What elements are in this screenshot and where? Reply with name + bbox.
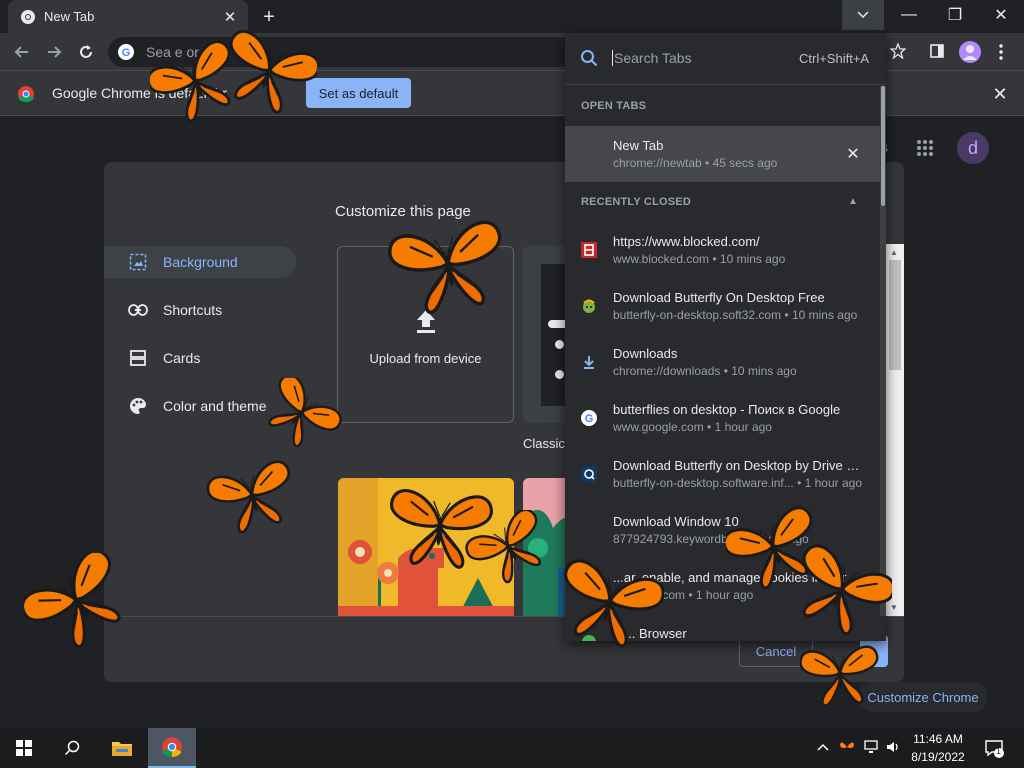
taskbar-time[interactable]: 11:46 AM <box>906 732 970 746</box>
folder-icon <box>112 742 132 756</box>
restore-button[interactable]: ❐ <box>932 0 978 30</box>
cards-icon <box>128 348 148 368</box>
svg-text:G: G <box>585 413 594 425</box>
person-icon <box>963 45 977 60</box>
soft32-favicon-icon <box>581 298 597 314</box>
open-tabs-header: OPEN TABS <box>581 100 647 112</box>
menu-item-cards[interactable]: Cards <box>104 342 296 374</box>
row-title: Downloads <box>613 346 678 361</box>
google-icon: G <box>118 44 134 60</box>
menu-kebab-icon[interactable] <box>998 43 1006 61</box>
recently-closed-row[interactable]: https://www.blocked.com/ www.blocked.com… <box>565 230 881 286</box>
forward-arrow-icon <box>48 46 62 58</box>
row-sub: www.blocked.com • 10 mins ago <box>613 252 786 266</box>
show-hidden-icons-chevron-icon[interactable] <box>814 738 832 756</box>
row-title: https://www.blocked.com/ <box>613 234 760 249</box>
tab-new-tab[interactable]: New Tab ✕ <box>8 0 248 33</box>
menu-label: Shortcuts <box>163 302 223 318</box>
open-tab-row[interactable]: New Tab chrome://newtab • 45 secs ago <box>565 126 881 182</box>
row-sub: www.google.com • 1 hour ago <box>613 420 772 434</box>
back-arrow-icon <box>14 46 28 58</box>
svg-text:G: G <box>122 47 131 59</box>
collapse-icon[interactable]: ▲ <box>848 196 858 207</box>
background-icon <box>128 252 148 272</box>
reload-icon <box>80 45 92 58</box>
row-sub: butterfly-on-desktop.soft32.com • 10 min… <box>613 308 858 322</box>
menu-label: Background <box>163 254 238 270</box>
recently-closed-row[interactable]: Download Butterfly On Desktop Free butte… <box>565 286 881 342</box>
upload-label: Upload from device <box>369 351 482 366</box>
reload-button[interactable] <box>75 41 97 63</box>
chrome-favicon-icon <box>20 9 36 25</box>
notification-count: 1 <box>996 746 1002 756</box>
recently-closed-row[interactable]: Downloads chrome://downloads • 10 mins a… <box>565 342 881 398</box>
file-explorer-button[interactable] <box>98 728 146 768</box>
butterfly-icon <box>222 26 317 123</box>
classic-label: Classic <box>523 436 565 451</box>
windows-logo-icon <box>16 740 32 756</box>
taskbar-date[interactable]: 8/19/2022 <box>906 750 970 764</box>
open-tab-title: New Tab <box>613 138 664 153</box>
chrome-logo-icon <box>17 85 35 103</box>
butterfly-icon <box>262 378 342 454</box>
row-sub: butterfly-on-desktop.software.inf... • 1… <box>613 476 862 490</box>
link-icon <box>128 300 148 320</box>
butterfly-icon <box>24 553 128 657</box>
tab-search-shortcut: Ctrl+Shift+A <box>799 51 870 66</box>
recently-closed-row[interactable]: Download Butterfly on Desktop by Drive S… <box>565 454 881 510</box>
infobar-close-button[interactable]: ✕ <box>990 84 1010 104</box>
butterfly-icon <box>556 556 664 655</box>
network-icon[interactable] <box>862 738 880 756</box>
dialog-scrollbar-thumb[interactable] <box>889 260 901 370</box>
butterfly-icon <box>461 510 556 590</box>
bookmark-star-icon[interactable] <box>890 43 906 59</box>
notification-center-icon[interactable]: 1 <box>984 738 1004 758</box>
taskbar-search-button[interactable] <box>48 728 96 768</box>
tab-search-button[interactable] <box>842 0 884 30</box>
minimize-button[interactable]: — <box>886 0 932 30</box>
butterfly-icon <box>800 644 880 709</box>
profile-avatar[interactable] <box>959 41 981 63</box>
tab-search-scrollbar-thumb[interactable] <box>881 86 885 206</box>
menu-label: Color and theme <box>163 398 267 414</box>
open-tab-sub: chrome://newtab • 45 secs ago <box>613 156 778 170</box>
taskbar-chrome-button[interactable] <box>148 728 196 768</box>
row-title: Download Butterfly on Desktop by Drive S… <box>613 458 863 473</box>
close-tab-icon[interactable]: ✕ <box>845 146 861 163</box>
tab-title: New Tab <box>44 9 95 24</box>
chrome-logo-icon <box>162 737 182 757</box>
search-icon <box>580 49 598 67</box>
volume-icon[interactable] <box>884 738 902 756</box>
set-as-default-button[interactable]: Set as default <box>306 78 411 108</box>
row-title: butterflies on desktop - Поиск в Google <box>613 402 841 417</box>
windows-start-button[interactable] <box>0 728 48 768</box>
palette-icon <box>128 396 148 416</box>
butterfly-icon <box>385 218 513 320</box>
menu-item-shortcuts[interactable]: Shortcuts <box>104 294 296 326</box>
tab-search-divider <box>565 84 886 85</box>
apps-grid-icon[interactable] <box>916 139 934 157</box>
butterfly-icon <box>204 457 300 540</box>
scroll-up-arrow-icon[interactable]: ▲ <box>890 248 898 257</box>
download-icon <box>581 354 597 370</box>
search-icon <box>64 740 80 756</box>
row-title: Download Butterfly On Desktop Free <box>613 290 825 305</box>
tab-search-input[interactable]: Search Tabs <box>612 50 692 66</box>
menu-item-background[interactable]: Background <box>104 246 296 278</box>
back-button[interactable] <box>11 41 33 63</box>
blocked-favicon-icon <box>581 242 597 258</box>
google-favicon-icon: G <box>581 410 597 426</box>
butterfly-tray-icon[interactable] <box>838 738 856 756</box>
forward-button[interactable] <box>43 41 65 63</box>
recently-closed-header: RECENTLY CLOSED <box>581 196 691 208</box>
row-sub: chrome://downloads • 10 mins ago <box>613 364 797 378</box>
chevron-down-icon <box>857 11 869 19</box>
recently-closed-row[interactable]: G butterflies on desktop - Поиск в Googl… <box>565 398 881 454</box>
software-informer-favicon-icon <box>581 466 597 482</box>
menu-label: Cards <box>163 350 201 366</box>
ntp-account-avatar[interactable]: d <box>957 132 989 164</box>
side-panel-icon[interactable] <box>930 44 944 58</box>
close-window-button[interactable]: ✕ <box>978 0 1024 30</box>
